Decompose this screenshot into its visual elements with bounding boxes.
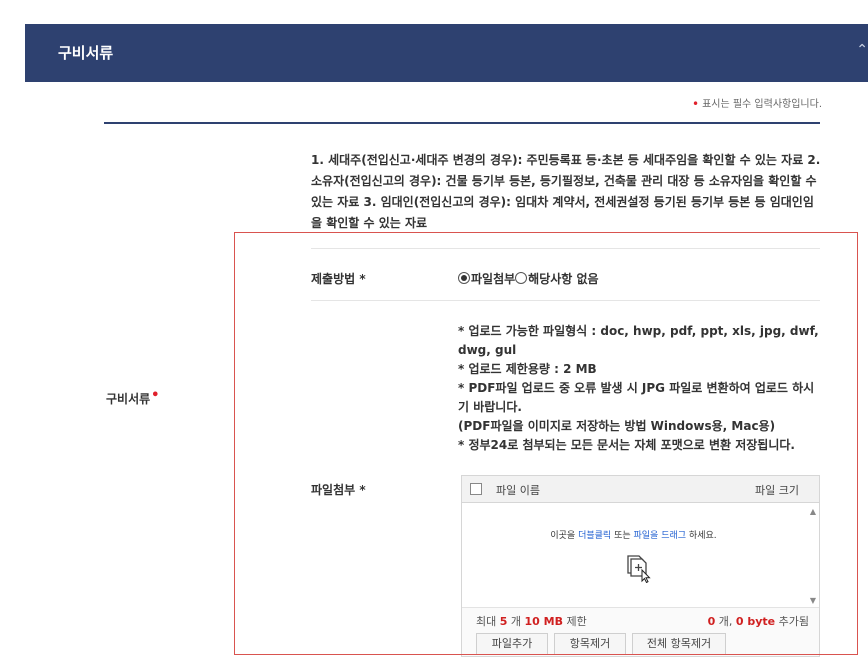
attach-note: * PDF파일 업로드 중 오류 발생 시 JPG 파일로 변환하여 업로드 하…: [458, 381, 815, 414]
hint-text: 이곳을: [550, 531, 579, 541]
required-note: • 표시는 필수 입력사항입니다.: [692, 95, 822, 111]
drop-hint: 이곳을 더블클릭 또는 파일을 드래그 하세요.: [462, 528, 805, 541]
upload-count: 0 개, 0 byte 추가됨: [708, 613, 809, 629]
attach-note: * 업로드 가능한 파일형식 : doc, hwp, pdf, ppt, xls…: [458, 324, 819, 357]
uploader-buttons: 파일추가 항목제거 전체 항목제거: [462, 632, 819, 656]
attach-note: * 정부24로 첨부되는 모든 문서는 자체 포맷으로 변환 저장됩니다.: [458, 438, 795, 452]
limit-size: 10 MB: [524, 615, 563, 628]
main-label-text: 구비서류: [106, 392, 151, 406]
required-note-text: 표시는 필수 입력사항입니다.: [702, 99, 822, 110]
required-star: •: [691, 97, 700, 111]
limit-text: 개: [507, 615, 525, 628]
section-header: 구비서류 ⌃: [25, 24, 868, 82]
radio-not-applicable-label[interactable]: 해당사항 없음: [528, 272, 598, 286]
attach-note: (PDF파일을 이미지로 저장하는 방법 Windows용, Mac용): [458, 419, 776, 433]
scroll-up-icon[interactable]: ▲: [810, 507, 816, 516]
row-divider: [311, 248, 820, 249]
radio-selected-icon[interactable]: [458, 272, 470, 284]
count-text: 추가됨: [775, 615, 809, 628]
radio-file-attach-label[interactable]: 파일첨부: [471, 272, 515, 286]
remove-item-button[interactable]: 항목제거: [554, 633, 626, 655]
column-file-size[interactable]: 파일 크기: [755, 482, 799, 498]
limit-text: 제한: [563, 615, 587, 628]
add-file-button[interactable]: 파일추가: [476, 633, 548, 655]
uploader-header: 파일 이름 파일 크기: [462, 476, 819, 503]
column-file-name[interactable]: 파일 이름: [496, 482, 540, 498]
description-clip: 1. 세대주(전입신고·세대주 변경의 경우): 주민등록표 등·초본 등 세대…: [311, 150, 823, 232]
attach-note: * 업로드 제한용량 : 2 MB: [458, 362, 597, 376]
add-file-icon: [627, 555, 651, 583]
submit-method-label: 제출방법 *: [311, 272, 366, 286]
upload-limit: 최대 5 개 10 MB 제한: [476, 613, 587, 629]
upload-status: 최대 5 개 10 MB 제한 0 개, 0 byte 추가됨: [462, 608, 819, 632]
radio-not-applicable[interactable]: 해당사항 없음: [515, 272, 599, 286]
main-row-label: 구비서류•: [106, 388, 159, 407]
limit-text: 최대: [476, 615, 500, 628]
file-attach-label: 파일첨부 *: [311, 483, 366, 497]
remove-all-button[interactable]: 전체 항목제거: [632, 633, 726, 655]
attach-notes: * 업로드 가능한 파일형식 : doc, hwp, pdf, ppt, xls…: [458, 322, 824, 455]
hint-double-click: 더블클릭: [578, 531, 612, 541]
submit-method-options: 파일첨부 해당사항 없음: [458, 270, 599, 287]
chevron-up-icon[interactable]: ⌃: [856, 42, 868, 58]
required-star: •: [151, 388, 160, 403]
hint-drag: 파일을 드래그: [633, 531, 687, 541]
count-text: 개,: [715, 615, 736, 628]
count-bytes: 0 byte: [735, 615, 776, 628]
document-description: 1. 세대주(전입신고·세대주 변경의 경우): 주민등록표 등·초본 등 세대…: [311, 153, 821, 230]
radio-file-attach[interactable]: 파일첨부: [458, 272, 515, 286]
radio-unselected-icon[interactable]: [515, 272, 528, 284]
row-divider: [311, 300, 820, 301]
section-title: 구비서류: [58, 44, 114, 62]
hint-text: 하세요.: [686, 531, 717, 541]
hint-text: 또는: [611, 531, 634, 541]
drop-zone[interactable]: ▲ 이곳을 더블클릭 또는 파일을 드래그 하세요. ▼: [462, 503, 819, 608]
select-all-checkbox[interactable]: [470, 483, 482, 495]
file-uploader: 파일 이름 파일 크기 ▲ 이곳을 더블클릭 또는 파일을 드래그 하세요. ▼…: [461, 475, 820, 657]
top-divider: [104, 122, 820, 124]
scroll-down-icon[interactable]: ▼: [810, 596, 816, 605]
